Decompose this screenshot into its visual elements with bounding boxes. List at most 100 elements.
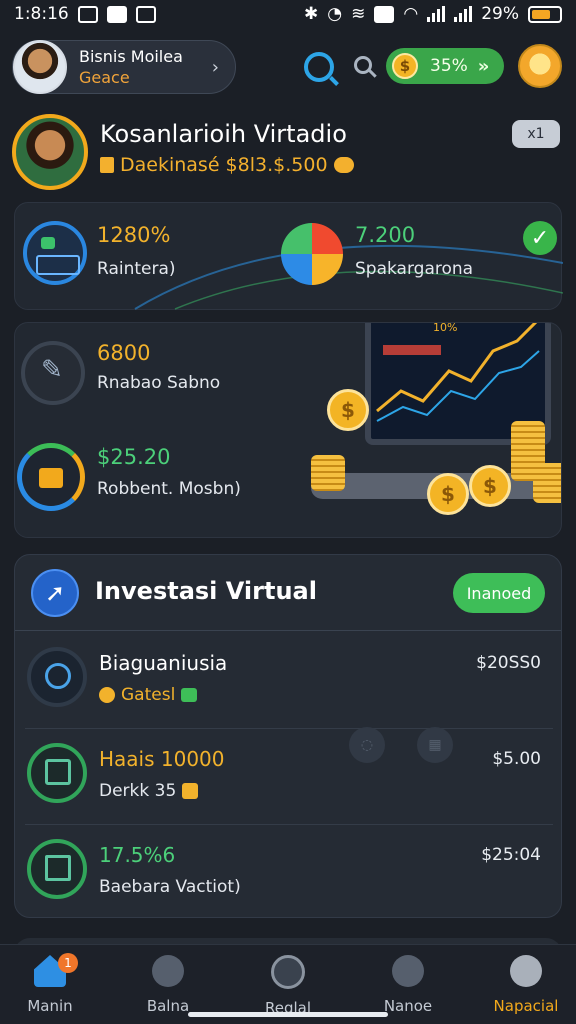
row-amount: $20SS0 xyxy=(476,653,541,673)
edit-ring-icon xyxy=(21,341,85,405)
coin-small-icon xyxy=(333,157,354,173)
hero-subtitle: Daekinasé $8l3.$.500 xyxy=(120,154,328,176)
signal-secondary-icon xyxy=(454,6,473,22)
nav-item-balna[interactable]: Balna xyxy=(118,955,218,1015)
coin-balance-value: 35% xyxy=(430,56,468,76)
rocket-icon: ➚ xyxy=(31,569,79,617)
hero-title: Kosanlarioih Virtadio xyxy=(100,120,347,148)
battery-text: 29% xyxy=(481,4,519,24)
profile-switcher[interactable]: Bisnis Moilea Geace › xyxy=(12,40,236,94)
person-icon xyxy=(27,647,87,707)
bluetooth-icon: ✱ xyxy=(304,4,319,24)
status-bar-right: ✱ ◔ ≋ ◠ 29% xyxy=(304,4,562,24)
grid-icon[interactable]: ▦ xyxy=(417,727,453,763)
nfc-icon xyxy=(374,5,395,23)
status-time: 1:8:16 xyxy=(14,4,69,24)
coin-small-icon xyxy=(99,687,115,703)
investasi-panel: ➚ Investasi Virtual Inanoed Biaguaniusia… xyxy=(14,554,562,918)
stat-label-4: Robbent. Mosbn) xyxy=(97,479,241,499)
nav-item-reqlal[interactable]: Reqlal xyxy=(238,955,338,1017)
avatar[interactable] xyxy=(13,40,67,94)
dollar-coin-icon: $ xyxy=(469,465,511,507)
mail-icon xyxy=(135,5,156,23)
row-subtitle-text: Baebara Vactiot) xyxy=(99,877,241,897)
stat-value-1: 1280% xyxy=(97,223,171,247)
profile-subtitle: Geace xyxy=(79,68,130,87)
shield-icon xyxy=(152,955,184,987)
investasi-header: ➚ Investasi Virtual Inanoed xyxy=(15,555,561,631)
wallet-icon xyxy=(181,688,198,702)
stats-card-top: 1280% Raintera) 7.200 Spakargarona ✓ xyxy=(14,202,563,310)
nav-item-nanoe[interactable]: Nanoe xyxy=(358,955,458,1015)
top-bar: Bisnis Moilea Geace › $ 35% » xyxy=(0,34,576,100)
wallet-icon xyxy=(100,157,114,173)
stat-value-3: 6800 xyxy=(97,341,151,365)
stat-label-2: Spakargarona xyxy=(355,259,474,279)
row-subtitle-text: Derkk 35 xyxy=(99,781,177,801)
face-icon xyxy=(271,955,305,989)
coin-icon: $ xyxy=(392,53,418,79)
dollar-coin-icon: $ xyxy=(327,389,369,431)
row-subtitle: Gatesl xyxy=(99,685,198,705)
nav-label: Napacial xyxy=(493,997,559,1015)
screen-label: 10% xyxy=(433,322,458,334)
stat-label-1: Raintera) xyxy=(97,259,176,279)
profile-name: Bisnis Moilea xyxy=(79,47,183,66)
progress-ring-icon xyxy=(17,443,85,511)
stats-card-chart: 6800 Rnabao Sabno $25.20 Robbent. Mosbn)… xyxy=(14,322,562,538)
row-title: 17.5%6 xyxy=(99,843,176,867)
prism-icon xyxy=(281,223,343,285)
envelope-icon xyxy=(27,743,87,803)
row-title: Biaguaniusia xyxy=(99,651,228,675)
double-chevron-icon: » xyxy=(477,55,490,77)
zoom-icon[interactable] xyxy=(354,56,372,74)
chevron-right-icon: › xyxy=(211,57,219,78)
dollar-coin-icon: $ xyxy=(427,473,469,515)
search-icon[interactable] xyxy=(304,52,334,82)
investasi-title: Investasi Virtual xyxy=(95,577,317,605)
signal-icon xyxy=(427,6,446,22)
document-icon xyxy=(27,839,87,899)
shield-small-icon xyxy=(182,783,199,799)
profile-icon xyxy=(510,955,542,987)
battery-icon xyxy=(528,5,562,23)
nav-item-napacial[interactable]: Napacial xyxy=(476,955,576,1015)
stat-label-3: Rnabao Sabno xyxy=(97,373,221,393)
coin-stack-3 xyxy=(533,463,561,503)
row-subtitle: Derkk 35 xyxy=(99,781,199,801)
alarm-icon: ◔ xyxy=(327,4,343,24)
hero-avatar[interactable] xyxy=(12,114,88,190)
wifi-icon: ◠ xyxy=(403,4,419,24)
stat-value-2: 7.200 xyxy=(355,223,416,247)
multiplier-badge[interactable]: x1 xyxy=(512,120,560,148)
list-item[interactable]: 17.5%6 Baebara Vactiot) $25:04 xyxy=(15,825,561,917)
row-subtitle-text: Gatesl xyxy=(121,685,176,705)
row-title: Haais 10000 xyxy=(99,747,225,771)
check-icon[interactable]: ✓ xyxy=(523,221,557,255)
profile-text: Bisnis Moilea Geace xyxy=(79,46,183,88)
status-bar-left: 1:8:16 xyxy=(14,4,156,24)
nav-item-home[interactable]: 1 Manin xyxy=(0,953,100,1015)
ghost-circle-icon[interactable]: ◌ xyxy=(349,727,385,763)
nav-label: Manin xyxy=(27,997,73,1015)
status-bar: 1:8:16 ✱ ◔ ≋ ◠ 29% xyxy=(0,0,576,28)
investasi-action-button[interactable]: Inanoed xyxy=(453,573,545,613)
row-amount: $25:04 xyxy=(481,845,541,865)
gallery-icon xyxy=(77,5,98,23)
wifi-alt-icon: ≋ xyxy=(351,4,366,24)
coin-stack-1 xyxy=(311,455,345,491)
list-item[interactable]: Haais 10000 Derkk 35 ◌ ▦ $5.00 xyxy=(15,727,561,825)
home-indicator[interactable] xyxy=(188,1012,388,1017)
list-item[interactable]: Biaguaniusia Gatesl $20SS0 xyxy=(15,633,561,729)
dots-icon xyxy=(392,955,424,987)
lightbulb-icon[interactable] xyxy=(518,44,562,88)
coin-balance-button[interactable]: $ 35% » xyxy=(386,48,504,84)
hero-subtitle-row: Daekinasé $8l3.$.500 xyxy=(100,154,354,176)
row-subtitle: Baebara Vactiot) xyxy=(99,877,241,897)
stat-value-4: $25.20 xyxy=(97,445,171,469)
cash-register-icon xyxy=(23,221,87,285)
notification-icon xyxy=(106,5,127,23)
laptop-illustration: 10% $ $ $ xyxy=(305,322,561,537)
row-amount: $5.00 xyxy=(492,749,541,769)
notification-badge: 1 xyxy=(58,953,78,973)
